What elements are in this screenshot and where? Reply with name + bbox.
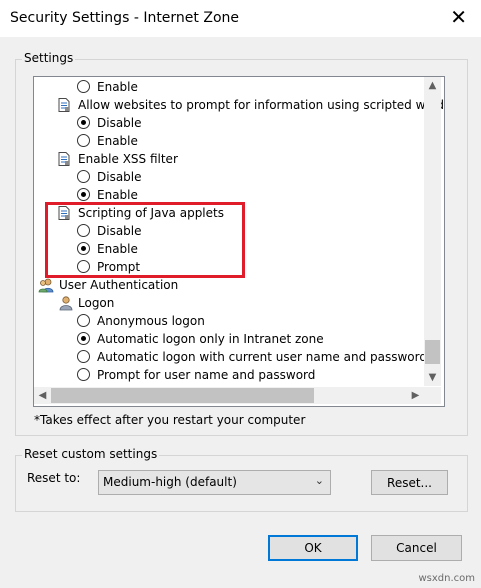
row-label: Logon <box>78 296 115 310</box>
highlight-annotation-box <box>45 202 245 278</box>
title-bar: Security Settings - Internet Zone ✕ <box>0 0 481 37</box>
radio-unchecked[interactable] <box>77 350 90 363</box>
window-title: Security Settings - Internet Zone <box>10 10 239 26</box>
close-icon[interactable]: ✕ <box>450 7 467 27</box>
user-icon <box>58 295 74 311</box>
scroll-down-icon[interactable]: ▼ <box>424 369 441 386</box>
settings-group-label: Settings <box>22 51 76 65</box>
scroll-right-icon[interactable]: ▶ <box>407 387 424 404</box>
row-label: User Authentication <box>59 278 179 292</box>
users-icon <box>38 277 54 293</box>
reset-to-label: Reset to: <box>27 471 81 485</box>
row-label: Disable <box>97 170 142 184</box>
row-label: Allow websites to prompt for information… <box>78 98 444 112</box>
scrollbar-corner <box>424 387 441 404</box>
watermark: wsxdn.com <box>418 573 475 584</box>
vertical-scrollbar[interactable]: ▲ ▼ <box>424 77 441 386</box>
reset-level-value: Medium-high (default) <box>103 475 237 489</box>
horizontal-scroll-thumb[interactable] <box>51 388 314 403</box>
restart-note: *Takes effect after you restart your com… <box>34 413 306 427</box>
radio-unchecked[interactable] <box>77 134 90 147</box>
ok-button[interactable]: OK <box>268 535 358 561</box>
cancel-button[interactable]: Cancel <box>371 535 462 561</box>
row-label: Automatic logon with current user name a… <box>97 350 427 364</box>
row-label: Disable <box>97 116 142 130</box>
chevron-down-icon: ⌄ <box>314 474 324 487</box>
row-label: Enable <box>97 80 138 94</box>
row-label: Anonymous logon <box>97 314 205 328</box>
radio-checked[interactable] <box>77 116 90 129</box>
row-label: Enable <box>97 134 138 148</box>
reset-button[interactable]: Reset... <box>371 470 448 495</box>
reset-group-label: Reset custom settings <box>22 447 160 461</box>
scroll-up-icon[interactable]: ▲ <box>424 77 441 94</box>
radio-unchecked[interactable] <box>77 314 90 327</box>
radio-checked[interactable] <box>77 188 90 201</box>
reset-level-select[interactable]: Medium-high (default) ⌄ <box>98 470 331 495</box>
document-settings-icon <box>58 98 70 112</box>
document-settings-icon <box>58 152 70 166</box>
row-label: Automatic logon only in Intranet zone <box>97 332 324 346</box>
radio-checked[interactable] <box>77 332 90 345</box>
radio-unchecked[interactable] <box>77 80 90 93</box>
vertical-scroll-thumb[interactable] <box>425 340 440 364</box>
row-label: Enable XSS filter <box>78 152 178 166</box>
row-label: Prompt for user name and password <box>97 368 316 382</box>
scroll-left-icon[interactable]: ◀ <box>34 387 51 404</box>
horizontal-scrollbar[interactable]: ◀ ▶ <box>34 387 424 404</box>
radio-unchecked[interactable] <box>77 368 90 381</box>
radio-unchecked[interactable] <box>77 170 90 183</box>
